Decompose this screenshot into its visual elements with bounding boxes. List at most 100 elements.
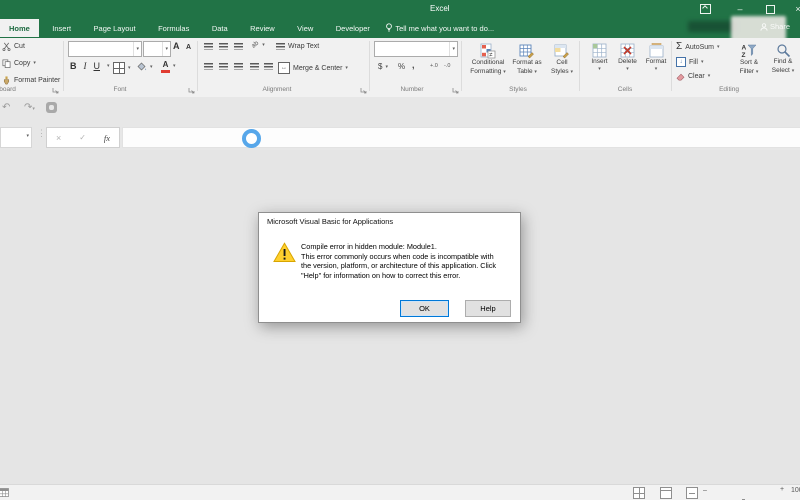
autosum-button[interactable]: Σ AutoSum ▾: [676, 42, 720, 52]
tab-view[interactable]: View: [288, 19, 322, 37]
underline-button[interactable]: U: [94, 62, 101, 71]
cancel-button[interactable]: ×: [56, 133, 61, 143]
sort-filter-button[interactable]: A Z Sort & Filter ▾: [733, 43, 765, 77]
decrease-indent-icon[interactable]: [250, 63, 259, 70]
minimize-button[interactable]: –: [729, 3, 751, 15]
insert-cells-button[interactable]: Insert ▾: [586, 43, 613, 72]
align-left-icon[interactable]: [204, 63, 213, 70]
zoom-out-button[interactable]: –: [703, 487, 707, 494]
number-format-combobox[interactable]: ▾: [374, 41, 458, 57]
normal-view-button[interactable]: [633, 487, 645, 499]
user-account-name-blurred[interactable]: [688, 21, 736, 32]
align-top-icon[interactable]: [204, 43, 213, 50]
format-as-table-label-1: Format as: [512, 59, 542, 66]
chevron-down-icon: ▾: [755, 68, 759, 75]
alignment-dialog-launcher[interactable]: [360, 87, 367, 94]
increase-decimal-button[interactable]: +.0: [430, 63, 438, 70]
decrease-decimal-button[interactable]: -.0: [444, 63, 450, 70]
format-cells-button[interactable]: Format ▾: [642, 43, 670, 72]
decrease-font-size-button[interactable]: A: [186, 44, 191, 51]
format-as-table-button[interactable]: Format as Table ▾: [509, 43, 545, 77]
merge-center-button[interactable]: ↔ Merge & Center ▾: [278, 62, 348, 74]
cell-styles-button[interactable]: Cell Styles ▾: [546, 43, 578, 77]
fill-color-button[interactable]: ▾: [137, 62, 153, 72]
name-box-caret-icon: ▾: [26, 133, 29, 139]
dialog-close-button[interactable]: [507, 214, 515, 218]
clear-button[interactable]: Clear ▾: [676, 72, 710, 81]
formula-bar-input[interactable]: [122, 127, 800, 148]
delete-cells-button[interactable]: Delete ▾: [614, 43, 641, 72]
borders-button[interactable]: ▾: [113, 62, 131, 74]
font-color-swatch: [161, 70, 170, 73]
align-middle-icon[interactable]: [219, 43, 228, 50]
page-layout-view-button[interactable]: [660, 487, 672, 499]
format-painter-icon: [3, 76, 10, 85]
font-size-combobox[interactable]: ▾: [143, 41, 171, 57]
find-select-button[interactable]: Find & Select ▾: [767, 43, 799, 76]
horizontal-align-buttons: [204, 63, 243, 70]
share-button[interactable]: Share: [760, 22, 790, 31]
align-right-icon[interactable]: [234, 63, 243, 70]
tab-home[interactable]: Home: [0, 19, 39, 37]
tab-formulas[interactable]: Formulas: [149, 19, 198, 37]
cell-styles-label-2: Styles ▾: [551, 68, 573, 77]
redo-button[interactable]: ↷▾: [24, 103, 35, 113]
percent-style-button[interactable]: %: [398, 63, 405, 71]
cut-button[interactable]: Cut: [2, 42, 25, 51]
increase-font-size-button[interactable]: A: [173, 42, 180, 51]
align-bottom-icon[interactable]: [234, 43, 243, 50]
font-dialog-launcher[interactable]: [188, 87, 195, 94]
message-line: the version, platform, or architecture o…: [301, 261, 497, 270]
message-line: "Help" for information on how to correct…: [301, 270, 461, 280]
insert-function-button[interactable]: fx: [104, 133, 110, 143]
sigma-icon: Σ: [676, 41, 683, 52]
chevron-down-icon: ▾: [791, 67, 795, 74]
group-separator: [461, 41, 462, 91]
tab-data[interactable]: Data: [203, 19, 237, 37]
undo-button[interactable]: ↶: [2, 103, 10, 113]
enter-button[interactable]: ✓: [79, 133, 86, 142]
tab-review[interactable]: Review: [241, 19, 284, 37]
maximize-button[interactable]: [759, 3, 781, 15]
minus-icon: –: [703, 487, 707, 494]
format-painter-button[interactable]: Format Painter: [2, 76, 60, 85]
plus-icon: +: [780, 486, 785, 493]
increase-indent-icon[interactable]: [264, 63, 273, 70]
comma-style-button[interactable]: ,: [412, 61, 415, 70]
accounting-format-button[interactable]: $ ▾: [378, 63, 388, 71]
formula-bar-divider-dots[interactable]: ⋮: [37, 128, 46, 139]
copy-button[interactable]: Copy ▾: [2, 59, 36, 68]
font-color-button[interactable]: A ▾: [161, 61, 176, 73]
close-button[interactable]: ×: [787, 3, 800, 15]
font-name-combobox[interactable]: ▾: [68, 41, 142, 57]
zoom-level[interactable]: 100%: [791, 487, 800, 494]
number-dialog-launcher[interactable]: [452, 87, 459, 94]
bold-button[interactable]: B: [70, 62, 77, 71]
clipboard-dialog-launcher[interactable]: [52, 87, 59, 94]
macro-record-icon[interactable]: [0, 488, 9, 497]
fill-button[interactable]: ↓ Fill ▾: [676, 57, 703, 67]
orientation-button[interactable]: ab ▾: [250, 40, 265, 50]
zoom-in-button[interactable]: +: [780, 486, 784, 493]
wrap-text-button[interactable]: Wrap Text: [276, 43, 319, 50]
ribbon-display-options-button[interactable]: [694, 3, 716, 15]
help-button[interactable]: Help: [465, 300, 511, 317]
name-box[interactable]: ▾: [0, 127, 32, 148]
tell-me-box[interactable]: Tell me what you want to do...: [383, 18, 500, 37]
cut-label: Cut: [14, 43, 25, 50]
ok-button[interactable]: OK: [400, 300, 449, 317]
alignment-group-label: Alignment: [262, 86, 292, 93]
touch-mouse-mode-button[interactable]: [46, 102, 57, 113]
italic-button[interactable]: I: [84, 62, 87, 71]
merge-center-label: Merge & Center: [293, 64, 343, 72]
autosum-label: AutoSum: [685, 43, 714, 51]
dropdown-caret-icon: ▾: [33, 60, 36, 66]
tab-insert[interactable]: Insert: [43, 19, 80, 37]
page-break-preview-button[interactable]: [686, 487, 698, 499]
close-icon: ×: [795, 3, 800, 14]
tab-page-layout[interactable]: Page Layout: [85, 19, 145, 37]
lightbulb-icon: [386, 23, 393, 32]
tab-developer[interactable]: Developer: [327, 19, 379, 37]
align-center-icon[interactable]: [219, 63, 228, 70]
conditional-formatting-button[interactable]: ≠ Conditional Formatting ▾: [466, 43, 510, 77]
